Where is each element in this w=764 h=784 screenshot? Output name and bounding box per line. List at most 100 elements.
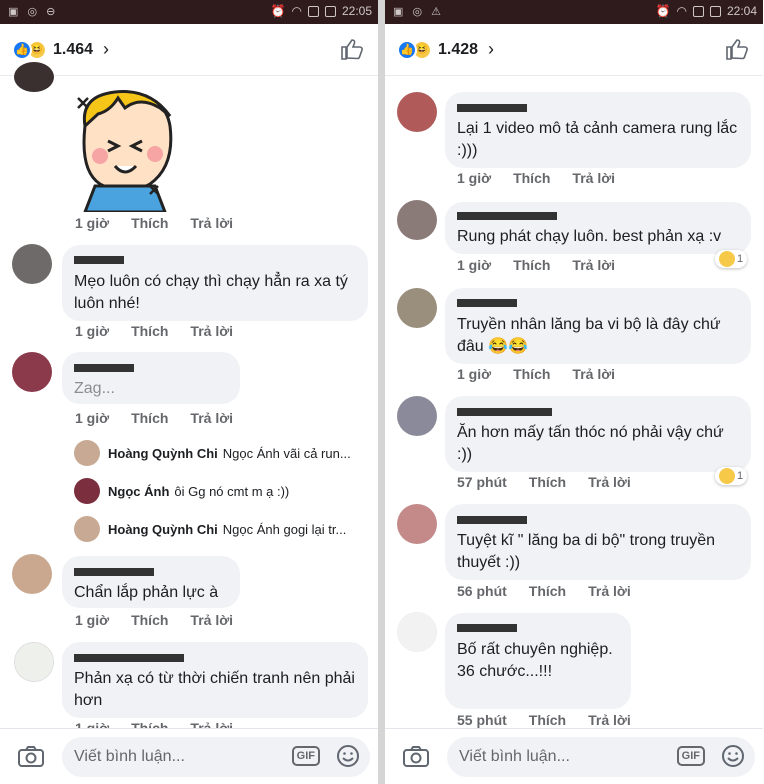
chevron-right-icon: › [103, 39, 110, 59]
avatar[interactable] [397, 612, 437, 652]
comment-actions: 55 phút Thích Trả lời [457, 712, 631, 728]
reactions-summary[interactable]: 👍 😆 1.428 › [397, 39, 494, 60]
avatar[interactable] [397, 396, 437, 436]
avatar [74, 440, 100, 466]
commenter-name[interactable] [457, 208, 560, 220]
status-time: 22:04 [726, 4, 757, 18]
comment-reaction-badge[interactable]: 1 [715, 467, 748, 485]
reply-author[interactable]: Hoàng Quỳnh Chi [108, 522, 218, 537]
like-comment-button[interactable]: Thích [131, 612, 168, 628]
right-comments-screen: ▣ ◎ ⚠ ⏰ ◠ 22:04 👍 😆 1.428 › Lại 1 video … [385, 0, 763, 784]
reply-comment-button[interactable]: Trả lời [190, 323, 233, 339]
emoji-icon[interactable] [336, 744, 360, 768]
avatar [74, 478, 100, 504]
commenter-name[interactable] [74, 650, 187, 662]
laughing-emoji-icon: 😂😂 [488, 338, 528, 355]
reply-author[interactable]: Hoàng Quỳnh Chi [108, 446, 218, 461]
comment-time: 1 giờ [457, 366, 492, 382]
like-comment-button[interactable]: Thích [513, 257, 550, 273]
wifi-icon: ◠ [291, 4, 302, 18]
emoji-icon[interactable] [721, 744, 745, 768]
reply-comment-button[interactable]: Trả lời [190, 612, 233, 628]
reply-comment-button[interactable]: Trả lời [588, 583, 631, 599]
like-comment-button[interactable]: Thích [529, 474, 566, 490]
reply-comment-button[interactable]: Trả lời [572, 366, 615, 382]
comment-actions: 1 giờ Thích Trả lời [457, 366, 615, 382]
like-comment-button[interactable]: Thích [131, 215, 168, 231]
commenter-name[interactable] [457, 295, 520, 307]
like-button-icon[interactable] [340, 38, 364, 60]
like-comment-button[interactable]: Thích [131, 410, 168, 426]
comment-text: Tuyệt kĩ " lăng ba di bộ" trong truyền t… [457, 532, 716, 571]
comment-actions: 1 giờ Thích Trả lời [75, 323, 233, 339]
comment-actions: 1 giờ Thích Trả lời [457, 257, 615, 273]
like-comment-button[interactable]: Thích [513, 366, 550, 382]
commenter-name[interactable] [74, 564, 157, 576]
comment-text: Zag... [74, 380, 115, 397]
reply-comment-button[interactable]: Trả lời [190, 410, 233, 426]
comment-text: Ăn hơn mấy tấn thóc nó phải vậy chứ :)) [457, 424, 724, 463]
comment-reaction-badge[interactable]: 1 [715, 250, 748, 268]
avatar[interactable] [397, 504, 437, 544]
wifi-icon: ◠ [676, 4, 687, 18]
gif-button[interactable]: GIF [676, 746, 705, 766]
camera-icon[interactable] [18, 745, 44, 767]
like-button-icon[interactable] [725, 38, 749, 60]
comment-time: 1 giờ [457, 257, 492, 273]
reply-comment-button[interactable]: Trả lời [588, 712, 631, 728]
reactions-summary[interactable]: 👍 😆 1.464 › [12, 39, 109, 60]
avatar[interactable] [12, 554, 52, 594]
commenter-name[interactable] [457, 404, 555, 416]
avatar[interactable] [12, 244, 52, 284]
battery-icon [324, 5, 336, 17]
commenter-name[interactable] [74, 252, 127, 264]
gif-button[interactable]: GIF [291, 746, 320, 766]
camera-icon[interactable] [403, 745, 429, 767]
reactions-header: 👍 😆 1.428 › [385, 24, 763, 76]
avatar[interactable] [397, 92, 437, 132]
signal-icon [307, 5, 319, 17]
avatar[interactable] [397, 288, 437, 328]
reply-item[interactable]: Hoàng Quỳnh Chi Ngọc Ánh vãi cả run... [74, 440, 351, 466]
reaction-badge-count: 1 [737, 470, 744, 482]
reactions-header: 👍 😆 1.464 › [0, 24, 378, 76]
avatar[interactable] [14, 62, 54, 92]
commenter-name[interactable] [74, 360, 137, 372]
comment-actions: 56 phút Thích Trả lời [457, 583, 631, 599]
reply-comment-button[interactable]: Trả lời [572, 257, 615, 273]
reply-comment-button[interactable]: Trả lời [190, 215, 233, 231]
reaction-count: 1.464 [53, 40, 94, 58]
like-comment-button[interactable]: Thích [529, 712, 566, 728]
avatar[interactable] [397, 200, 437, 240]
comment-composer: Viết bình luận... GIF [385, 728, 763, 784]
alarm-icon: ⏰ [270, 4, 286, 18]
comment-input[interactable]: Viết bình luận... GIF [447, 737, 755, 777]
like-reaction-icon: 👍 [397, 39, 417, 60]
reply-comment-button[interactable]: Trả lời [588, 474, 631, 490]
comment-actions: 1 giờ Thích Trả lời [75, 215, 233, 231]
like-comment-button[interactable]: Thích [529, 583, 566, 599]
reply-author[interactable]: Ngọc Ánh [108, 484, 169, 499]
comment-text: Chẩn lắp phản lực à [74, 584, 219, 601]
comment-text: Rung phát chạy luôn. best phản xạ :v [457, 228, 722, 245]
reply-text: Ngọc Ánh gogi lại tr... [222, 521, 347, 537]
commenter-name[interactable] [457, 100, 530, 112]
reply-item[interactable]: Hoàng Quỳnh Chi Ngọc Ánh gogi lại tr... [74, 516, 346, 542]
comment-input-placeholder: Viết bình luận... [74, 748, 185, 765]
haha-reaction-icon [719, 468, 735, 484]
like-comment-button[interactable]: Thích [513, 170, 550, 186]
avatar[interactable] [12, 352, 52, 392]
commenter-name[interactable] [457, 620, 520, 632]
panel-divider [378, 0, 385, 784]
reply-comment-button[interactable]: Trả lời [572, 170, 615, 186]
commenter-name[interactable] [457, 512, 530, 524]
comment-time: 1 giờ [75, 612, 110, 628]
comment-input[interactable]: Viết bình luận... GIF [62, 737, 370, 777]
comment-time: 1 giờ [75, 410, 110, 426]
like-comment-button[interactable]: Thích [131, 323, 168, 339]
notification-icons: ▣ ◎ ⊖ [8, 6, 59, 18]
reaction-count: 1.428 [438, 40, 479, 58]
reply-item[interactable]: Ngọc Ánh ôi Gg nó cmt m ạ :)) [74, 478, 289, 504]
comment-actions: 1 giờ Thích Trả lời [75, 410, 233, 426]
avatar[interactable] [14, 642, 54, 682]
